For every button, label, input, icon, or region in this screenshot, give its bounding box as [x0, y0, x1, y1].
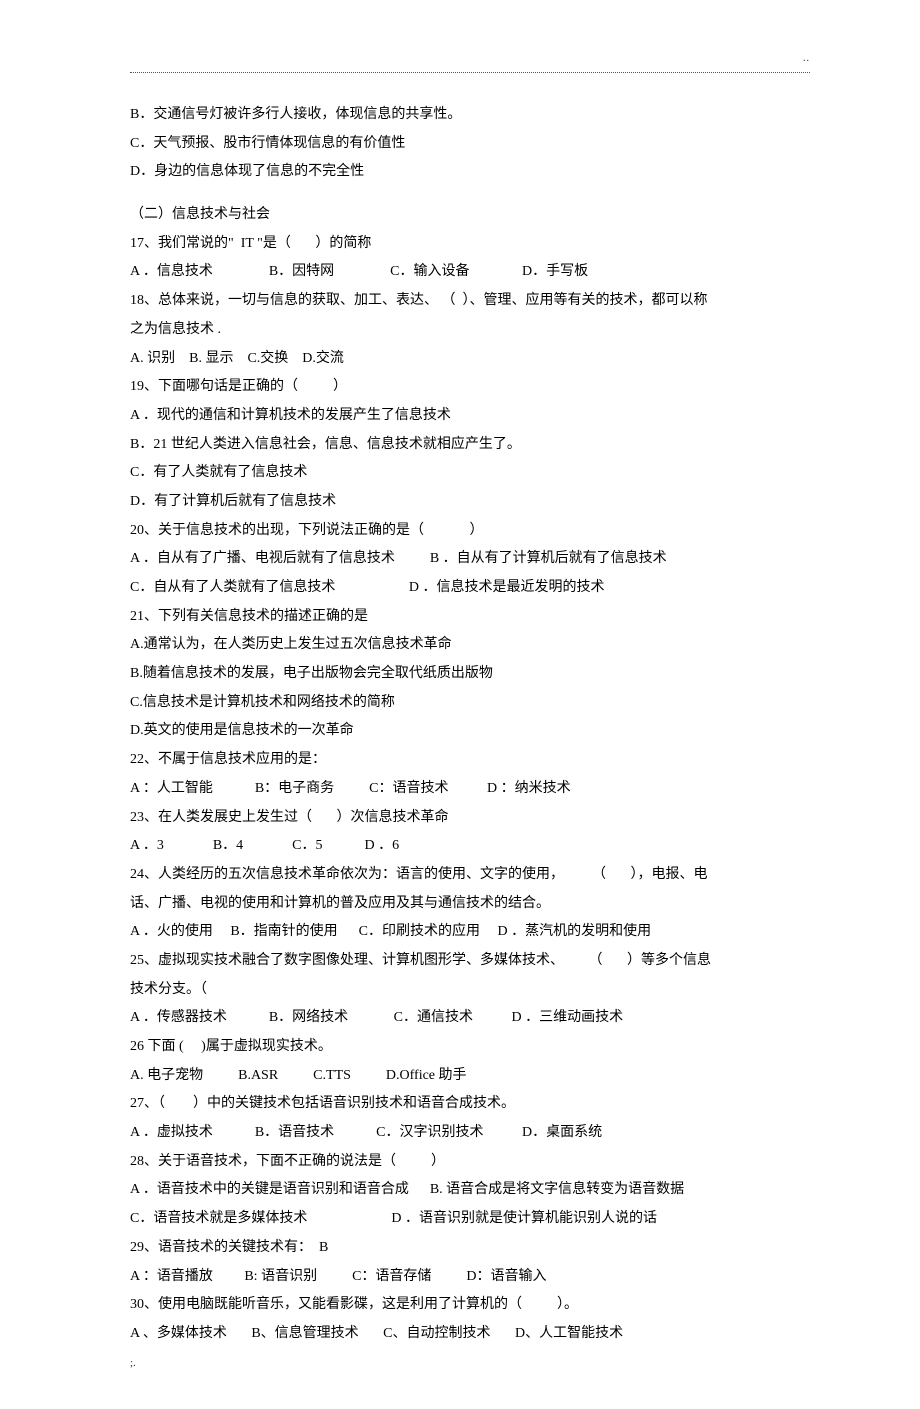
text-line: A ．传感器技术 B．网络技术 C．通信技术 D ．三维动画技术 — [130, 1004, 810, 1033]
text-line: 28、关于语音技术，下面不正确的说法是（ ） — [130, 1148, 810, 1177]
footer-mark: ;. — [130, 1357, 136, 1369]
text-line: A ．语音技术中的关键是语音识别和语音合成 B. 语音合成是将文字信息转变为语音… — [130, 1176, 810, 1205]
text-line: A. 识别 B. 显示 C.交换 D.交流 — [130, 345, 810, 374]
text-line: A. 电子宠物 B.ASR C.TTS D.Office 助手 — [130, 1062, 810, 1091]
header-rule — [130, 72, 810, 73]
page: B．交通信号灯被许多行人接收，体现信息的共享性。C．天气预报、股市行情体现信息的… — [0, 0, 920, 1409]
text-line: A ．3 B．4 C．5 D ．6 — [130, 832, 810, 861]
text-line: 25、虚拟现实技术融合了数字图像处理、计算机图形学、多媒体技术、 （ ）等多个信… — [130, 947, 810, 976]
text-line: D.英文的使用是信息技术的一次革命 — [130, 717, 810, 746]
text-line: A ．自从有了广播、电视后就有了信息技术 B ．自从有了计算机后就有了信息技术 — [130, 545, 810, 574]
document-body: B．交通信号灯被许多行人接收，体现信息的共享性。C．天气预报、股市行情体现信息的… — [130, 101, 810, 1349]
text-line: 17、我们常说的" IT "是（ ）的简称 — [130, 230, 810, 259]
text-line: 18、总体来说，一切与信息的获取、加工、表达、 （ ）、管理、应用等有关的技术，… — [130, 287, 810, 316]
text-line: A ．火的使用 B．指南针的使用 C．印刷技术的应用 D ．蒸汽机的发明和使用 — [130, 918, 810, 947]
text-line: C．有了人类就有了信息技术 — [130, 459, 810, 488]
text-line: A ．虚拟技术 B．语音技术 C．汉字识别技术 D．桌面系统 — [130, 1119, 810, 1148]
text-line: A ：人工智能 B：电子商务 C：语音技术 D ：纳米技术 — [130, 775, 810, 804]
text-line: C．自从有了人类就有了信息技术 D ．信息技术是最近发明的技术 — [130, 574, 810, 603]
text-line: 21、下列有关信息技术的描述正确的是 — [130, 603, 810, 632]
text-line: 话、广播、电视的使用和计算机的普及应用及其与通信技术的结合。 — [130, 890, 810, 919]
text-line: 23、在人类发展史上发生过（ ）次信息技术革命 — [130, 804, 810, 833]
text-line: 20、关于信息技术的出现，下列说法正确的是（ ） — [130, 517, 810, 546]
text-line: 24、人类经历的五次信息技术革命依次为：语言的使用、文字的使用， （ ），电报、… — [130, 861, 810, 890]
text-line: 29、语音技术的关键技术有： B — [130, 1234, 810, 1263]
text-line: C．天气预报、股市行情体现信息的有价值性 — [130, 130, 810, 159]
text-line: A ．现代的通信和计算机技术的发展产生了信息技术 — [130, 402, 810, 431]
text-line: D．身边的信息体现了信息的不完全性 — [130, 158, 810, 187]
text-line: 30、使用电脑既能听音乐，又能看影碟，这是利用了计算机的（ ）。 — [130, 1291, 810, 1320]
text-line: （二）信息技术与社会 — [130, 201, 810, 230]
text-line: 22、不属于信息技术应用的是： — [130, 746, 810, 775]
text-line: A.通常认为，在人类历史上发生过五次信息技术革命 — [130, 631, 810, 660]
text-line: C．语音技术就是多媒体技术 D ．语音识别就是使计算机能识别人说的话 — [130, 1205, 810, 1234]
text-line: 26 下面 ( )属于虚拟现实技术。 — [130, 1033, 810, 1062]
text-line: A ．信息技术 B．因特网 C．输入设备 D．手写板 — [130, 258, 810, 287]
text-line: B.随着信息技术的发展，电子出版物会完全取代纸质出版物 — [130, 660, 810, 689]
text-line: D．有了计算机后就有了信息技术 — [130, 488, 810, 517]
text-line: 19、下面哪句话是正确的（ ） — [130, 373, 810, 402]
text-line: 之为信息技术 . — [130, 316, 810, 345]
text-line: B．交通信号灯被许多行人接收，体现信息的共享性。 — [130, 101, 810, 130]
text-line: C.信息技术是计算机技术和网络技术的简称 — [130, 689, 810, 718]
text-line: 27、（ ）中的关键技术包括语音识别技术和语音合成技术。 — [130, 1090, 810, 1119]
text-line: 技术分支。（ — [130, 976, 810, 1005]
text-line: A 、多媒体技术 B、信息管理技术 C、自动控制技术 D、人工智能技术 — [130, 1320, 810, 1349]
text-line: B．21 世纪人类进入信息社会，信息、信息技术就相应产生了。 — [130, 431, 810, 460]
text-line: A ：语音播放 B: 语音识别 C：语音存储 D：语音输入 — [130, 1263, 810, 1292]
